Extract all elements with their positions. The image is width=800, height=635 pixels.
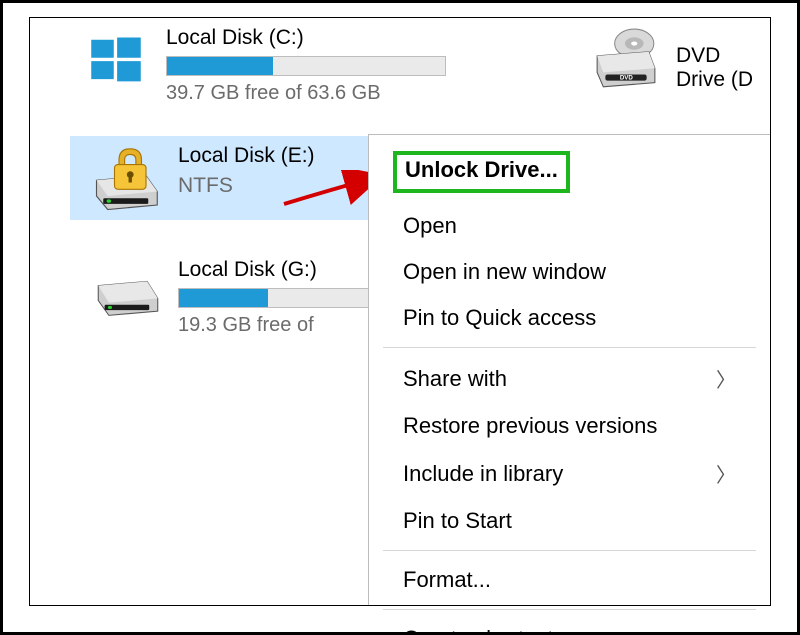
menu-separator bbox=[383, 609, 756, 610]
drive-row-g[interactable]: Local Disk (G:) 19.3 GB free of bbox=[70, 250, 390, 343]
windows-logo-icon bbox=[80, 24, 152, 96]
drive-title: Local Disk (G:) bbox=[178, 258, 380, 282]
hdd-icon bbox=[92, 256, 164, 328]
menu-pin-quick-access[interactable]: Pin to Quick access bbox=[369, 295, 770, 341]
menu-separator bbox=[383, 550, 756, 551]
menu-open-new-window[interactable]: Open in new window bbox=[369, 249, 770, 295]
chevron-right-icon: 〉 bbox=[716, 459, 736, 488]
highlight-annotation: Unlock Drive... bbox=[393, 151, 570, 193]
menu-open[interactable]: Open bbox=[369, 203, 770, 249]
menu-format[interactable]: Format... bbox=[369, 557, 770, 603]
drive-filesystem: NTFS bbox=[178, 174, 380, 198]
chevron-right-icon: 〉 bbox=[716, 364, 736, 393]
drive-title: Local Disk (C:) bbox=[166, 26, 560, 50]
menu-share-with[interactable]: Share with 〉 bbox=[369, 354, 770, 403]
menu-include-library[interactable]: Include in library 〉 bbox=[369, 449, 770, 498]
drive-row-c[interactable]: Local Disk (C:) 39.7 GB free of 63.6 GB bbox=[70, 18, 570, 111]
drive-title: DVD Drive (D bbox=[676, 44, 760, 92]
menu-restore-versions[interactable]: Restore previous versions bbox=[369, 403, 770, 449]
drive-row-e[interactable]: Local Disk (E:) NTFS bbox=[70, 136, 390, 220]
storage-free-text: 19.3 GB free of bbox=[178, 314, 380, 337]
drive-title: Local Disk (E:) bbox=[178, 144, 380, 168]
storage-bar bbox=[178, 288, 378, 308]
menu-separator bbox=[383, 347, 756, 348]
storage-bar bbox=[166, 56, 446, 76]
drive-row-dvd[interactable]: DVD DVD Drive (D bbox=[580, 18, 770, 104]
locked-drive-icon bbox=[92, 142, 164, 214]
dvd-drive-icon: DVD bbox=[590, 24, 662, 96]
context-menu: Unlock Drive... Open Open in new window … bbox=[368, 134, 770, 605]
menu-pin-start[interactable]: Pin to Start bbox=[369, 498, 770, 544]
storage-free-text: 39.7 GB free of 63.6 GB bbox=[166, 82, 560, 105]
menu-create-shortcut[interactable]: Create shortcut bbox=[369, 616, 770, 635]
svg-text:DVD: DVD bbox=[620, 75, 634, 82]
menu-unlock-drive[interactable]: Unlock Drive... bbox=[369, 141, 770, 203]
